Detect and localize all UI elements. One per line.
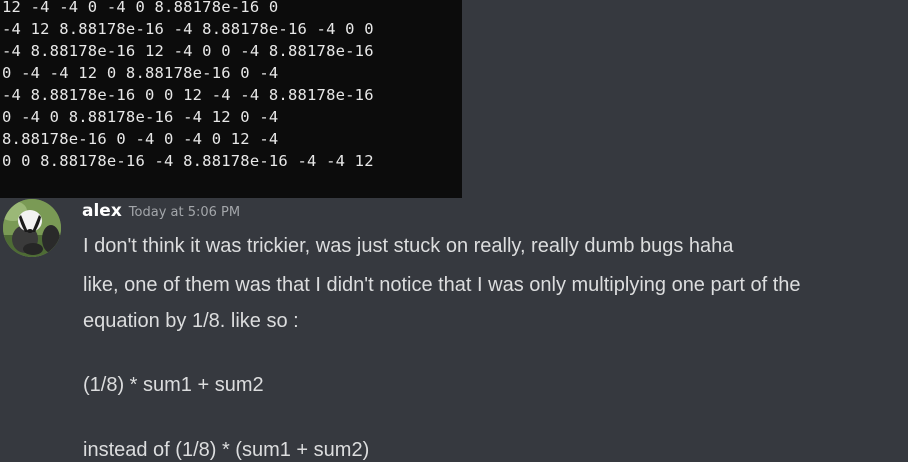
username[interactable]: alex <box>82 201 122 221</box>
terminal-line: -4 8.88178e-16 12 -4 0 0 -4 8.88178e-16 <box>2 42 374 60</box>
message-text-line: (1/8) * sum1 + sum2 <box>83 374 264 396</box>
terminal-line: -4 12 8.88178e-16 -4 8.88178e-16 -4 0 0 <box>2 20 374 38</box>
message-header: alex Today at 5:06 PM <box>82 201 240 227</box>
message-text-line: equation by 1/8. like so : <box>83 310 299 332</box>
message-text-line: instead of (1/8) * (sum1 + sum2) <box>83 439 370 461</box>
terminal-line: 12 -4 -4 0 -4 0 8.88178e-16 0 <box>2 0 279 16</box>
avatar[interactable] <box>3 199 61 257</box>
terminal-line: 0 -4 0 8.88178e-16 -4 12 0 -4 <box>2 108 279 126</box>
message-text-line: like, one of them was that I didn't noti… <box>83 274 801 296</box>
message-text-line: I don't think it was trickier, was just … <box>83 235 734 257</box>
terminal-screenshot: 12 -4 -4 0 -4 0 8.88178e-16 0 -4 12 8.88… <box>0 0 462 198</box>
message-timestamp: Today at 5:06 PM <box>128 205 241 220</box>
badger-avatar-icon <box>3 199 61 257</box>
terminal-line: 0 0 8.88178e-16 -4 8.88178e-16 -4 -4 12 <box>2 152 374 170</box>
terminal-line: 8.88178e-16 0 -4 0 -4 0 12 -4 <box>2 130 279 148</box>
terminal-line: 0 -4 -4 12 0 8.88178e-16 0 -4 <box>2 64 279 82</box>
terminal-line: -4 8.88178e-16 0 0 12 -4 -4 8.88178e-16 <box>2 86 374 104</box>
